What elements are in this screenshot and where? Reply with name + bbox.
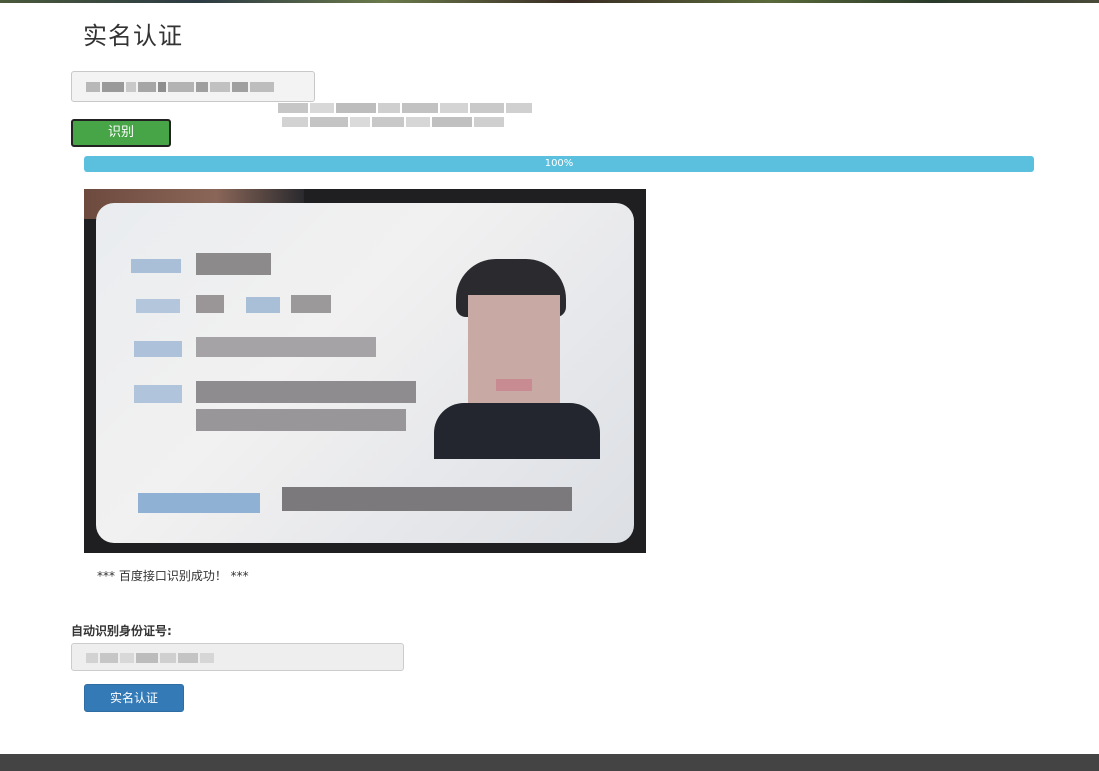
portrait-face [468,295,560,415]
id-field-value-address-2 [196,409,406,431]
id-field-label-address [134,385,182,403]
footer-bar [0,754,1099,771]
page-title: 实名认证 [83,22,183,50]
id-field-value-ethnicity [291,295,331,313]
top-image-strip [0,0,1099,3]
recognize-button[interactable]: 识别 [71,119,171,147]
progress-bar: 100% [84,156,1034,172]
id-field-value-address-1 [196,381,416,403]
id-field-label-gender [136,299,180,313]
id-number-label: 自动识别身份证号: [71,624,172,638]
selected-filename-blurred [278,101,578,137]
portrait-shoulders [434,403,600,459]
id-field-value-name [196,253,271,275]
id-number-field[interactable] [71,643,404,671]
id-field-value-number [282,487,572,511]
id-number-blurred-value [86,653,214,663]
id-field-label-ethnicity [246,297,280,313]
portrait-mouth [496,379,532,391]
verify-button[interactable]: 实名认证 [84,684,184,712]
file-input-blurred-text [86,82,274,92]
id-field-value-gender [196,295,224,313]
recognition-status-message: *** 百度接口识别成功！ *** [97,569,249,583]
file-upload-input[interactable] [71,71,315,102]
id-field-label-birth [134,341,182,357]
id-field-label-name [131,259,181,273]
id-field-value-birth [196,337,376,357]
progress-track: 100% [84,156,1034,172]
id-card-photo [84,189,646,553]
id-field-label-number [138,493,260,513]
id-card [96,203,634,543]
